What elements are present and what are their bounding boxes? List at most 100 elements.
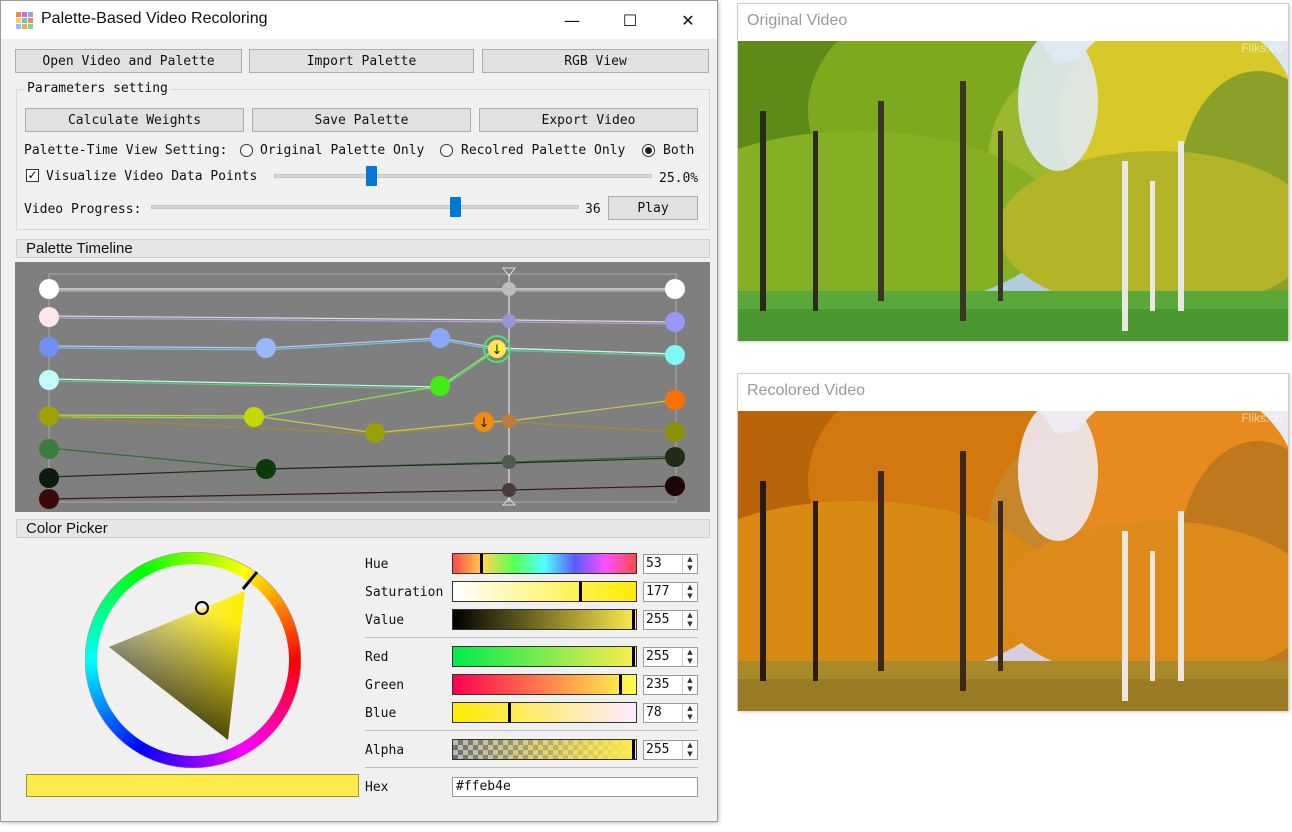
view-setting-label: Palette-Time View Setting:: [24, 143, 228, 158]
playhead-node[interactable]: [502, 455, 516, 469]
saturation-value: 177: [646, 584, 670, 599]
palette-node[interactable]: [256, 338, 276, 358]
radio-original-label[interactable]: Original Palette Only: [260, 143, 424, 158]
red-spinbox[interactable]: 255 ▲ ▼: [643, 647, 698, 667]
alpha-spinbox[interactable]: 255 ▲ ▼: [643, 740, 698, 760]
hex-label: Hex: [365, 780, 389, 795]
blue-spinbox[interactable]: 78 ▲ ▼: [643, 703, 698, 723]
playhead-node[interactable]: [502, 282, 516, 296]
red-value: 255: [646, 649, 670, 664]
green-spinbox[interactable]: 235 ▲ ▼: [643, 675, 698, 695]
visualize-slider-track[interactable]: [274, 174, 652, 178]
radio-recolored-palette[interactable]: [440, 144, 453, 157]
palette-node[interactable]: [39, 406, 59, 426]
value-label: Value: [365, 613, 405, 628]
open-video-palette-button[interactable]: Open Video and Palette: [15, 49, 242, 73]
palette-node[interactable]: [365, 423, 385, 443]
export-video-button[interactable]: Export Video: [479, 108, 698, 132]
palette-node[interactable]: [430, 328, 450, 348]
spin-arrows-icon[interactable]: ▲ ▼: [682, 704, 697, 722]
recolored-forest-image: [738, 411, 1288, 711]
green-label: Green: [365, 678, 405, 693]
palette-node[interactable]: [256, 459, 276, 479]
playhead-node[interactable]: [502, 414, 516, 428]
palette-timeline-header: Palette Timeline: [16, 239, 710, 258]
blue-bar[interactable]: [452, 702, 637, 723]
value-bar[interactable]: [452, 609, 637, 630]
app-palette-icon: [15, 11, 33, 29]
alpha-bar[interactable]: [452, 739, 637, 760]
timeline-links: [48, 274, 676, 502]
palette-node[interactable]: [665, 476, 685, 496]
radio-both[interactable]: [642, 144, 655, 157]
palette-node[interactable]: [244, 407, 264, 427]
palette-node[interactable]: [39, 370, 59, 390]
playhead-node[interactable]: [502, 483, 516, 497]
spin-arrows-icon[interactable]: ▲ ▼: [682, 741, 697, 759]
down-arrow-icon: ↓: [479, 416, 490, 431]
palette-node[interactable]: [665, 447, 685, 467]
palette-node[interactable]: [665, 390, 685, 410]
palette-node[interactable]: [665, 422, 685, 442]
hex-input[interactable]: #ffeb4e: [452, 777, 698, 797]
import-palette-button[interactable]: Import Palette: [249, 49, 474, 73]
palette-node[interactable]: [39, 468, 59, 488]
palette-timeline-canvas[interactable]: ↓ ↓: [15, 262, 710, 512]
hue-label: Hue: [365, 557, 389, 572]
separator: [365, 730, 698, 731]
separator: [365, 767, 698, 768]
main-window: Palette-Based Video Recoloring — ☐ ✕ Ope…: [0, 0, 718, 822]
spin-arrows-icon[interactable]: ▲ ▼: [682, 648, 697, 666]
palette-node[interactable]: [430, 376, 450, 396]
palette-node[interactable]: [665, 279, 685, 299]
minimize-button[interactable]: —: [543, 1, 601, 39]
separator: [365, 637, 698, 638]
saturation-spinbox[interactable]: 177 ▲ ▼: [643, 582, 698, 602]
playhead-node[interactable]: [502, 314, 516, 328]
visualize-slider-handle[interactable]: [365, 166, 377, 186]
original-forest-image: [738, 41, 1288, 341]
video-progress-value: 36: [585, 202, 601, 217]
visualize-label[interactable]: Visualize Video Data Points: [46, 169, 257, 184]
palette-node[interactable]: [39, 489, 59, 509]
value-spinbox[interactable]: 255 ▲ ▼: [643, 610, 698, 630]
hue-bar[interactable]: [452, 553, 637, 574]
palette-node[interactable]: [665, 312, 685, 332]
palette-node[interactable]: [39, 439, 59, 459]
visualize-checkbox[interactable]: ✓: [26, 169, 39, 182]
play-button[interactable]: Play: [608, 196, 698, 220]
maximize-button[interactable]: ☐: [601, 1, 659, 39]
radio-both-label[interactable]: Both: [663, 143, 694, 158]
radio-recolored-label[interactable]: Recolred Palette Only: [461, 143, 625, 158]
save-palette-button[interactable]: Save Palette: [252, 108, 471, 132]
watermark: Fliks.co: [1241, 41, 1282, 55]
video-progress-track[interactable]: [151, 205, 579, 209]
close-button[interactable]: ✕: [659, 1, 717, 39]
spin-arrows-icon[interactable]: ▲ ▼: [682, 611, 697, 629]
palette-node[interactable]: [39, 307, 59, 327]
video-progress-label: Video Progress:: [24, 202, 142, 217]
title-bar[interactable]: Palette-Based Video Recoloring — ☐ ✕: [1, 1, 717, 39]
saturation-bar[interactable]: [452, 581, 637, 602]
green-bar[interactable]: [452, 674, 637, 695]
hue-spinbox[interactable]: 53 ▲ ▼: [643, 554, 698, 574]
radio-original-palette[interactable]: [240, 144, 253, 157]
calculate-weights-button[interactable]: Calculate Weights: [25, 108, 244, 132]
alpha-value: 255: [646, 742, 670, 757]
spin-arrows-icon[interactable]: ▲ ▼: [682, 676, 697, 694]
palette-node[interactable]: [39, 337, 59, 357]
green-value: 235: [646, 677, 670, 692]
color-wheel[interactable]: [85, 552, 301, 768]
recolored-video-frame: Fliks.co: [738, 411, 1288, 711]
palette-node[interactable]: [665, 345, 685, 365]
rgb-view-button[interactable]: RGB View: [482, 49, 709, 73]
window-title: Palette-Based Video Recoloring: [41, 10, 268, 27]
recolored-video-title: Recolored Video: [747, 382, 866, 399]
video-progress-handle[interactable]: [450, 197, 462, 217]
hue-value: 53: [646, 556, 662, 571]
spin-arrows-icon[interactable]: ▲ ▼: [682, 555, 697, 573]
palette-node[interactable]: [39, 279, 59, 299]
spin-arrows-icon[interactable]: ▲ ▼: [682, 583, 697, 601]
red-bar[interactable]: [452, 646, 637, 667]
original-video-frame: Fliks.co: [738, 41, 1288, 341]
